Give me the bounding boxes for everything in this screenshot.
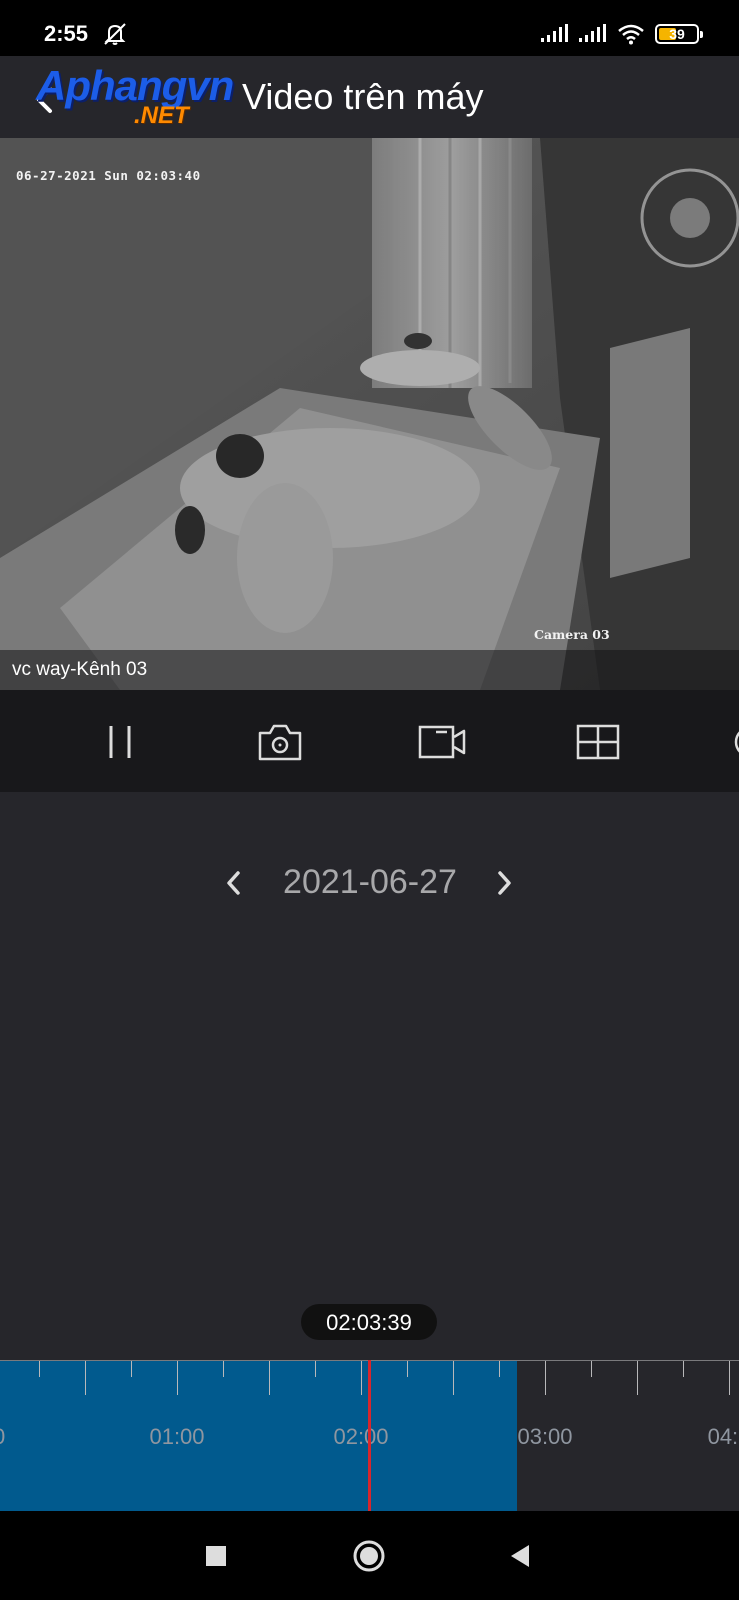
playback-toolbar — [0, 690, 739, 792]
recents-icon[interactable] — [199, 1539, 233, 1573]
signal-icon — [579, 24, 606, 42]
recorded-segment — [0, 1361, 517, 1511]
current-time: 02:03:39 — [326, 1310, 412, 1335]
video-player[interactable]: 06-27-2021 Sun 02:03:40 Camera 03 vc way… — [0, 138, 739, 690]
timeline-tick — [131, 1361, 132, 1377]
status-icons: 39 — [541, 22, 703, 46]
watermark-logo: Aphangvn .NET — [36, 62, 266, 129]
battery-level: 39 — [669, 26, 685, 42]
timeline-tick — [269, 1361, 270, 1395]
channel-bar: vc way-Kênh 03 — [0, 650, 739, 690]
timeline-hour-label: 02:00 — [333, 1424, 389, 1449]
logo-sub-text: .NET — [134, 102, 189, 129]
timeline-hour-label: 03:00 — [517, 1424, 573, 1449]
chevron-left-icon[interactable] — [220, 867, 248, 899]
playhead[interactable] — [368, 1360, 371, 1511]
signal-icon — [541, 24, 568, 42]
status-bar: 2:55 39 — [0, 0, 739, 56]
timeline-tick — [177, 1361, 178, 1395]
timeline-tick — [39, 1361, 40, 1377]
timeline-tick — [407, 1361, 408, 1377]
timeline-tick — [591, 1361, 592, 1377]
app-bar: Aphangvn .NET Video trên máy — [0, 56, 739, 138]
camera-icon[interactable] — [257, 722, 303, 762]
timeline-hour-label: 00 — [0, 1424, 5, 1450]
timeline-tick — [315, 1361, 316, 1377]
timeline-hour-label: 01:00 — [149, 1424, 205, 1449]
more-tool-icon[interactable] — [730, 722, 739, 762]
channel-name: vc way-Kênh 03 — [12, 659, 148, 680]
osd-camera-label: Camera 03 — [534, 627, 610, 642]
status-time: 2:55 — [44, 21, 89, 46]
timeline-tick — [637, 1361, 638, 1395]
osd-timestamp: 06-27-2021 Sun 02:03:40 — [16, 168, 201, 183]
current-time-badge: 02:03:39 — [301, 1304, 437, 1340]
timeline-tick — [453, 1361, 454, 1395]
pause-icon[interactable] — [98, 722, 144, 762]
wifi-icon — [618, 24, 644, 45]
back-icon[interactable] — [503, 1539, 537, 1573]
timeline-tick — [361, 1361, 362, 1395]
video-record-icon[interactable] — [418, 722, 466, 762]
timeline-tick — [223, 1361, 224, 1377]
timeline-tick — [545, 1361, 546, 1395]
timeline-tick — [729, 1361, 730, 1395]
battery-icon: 39 — [655, 24, 703, 44]
system-nav-bar — [0, 1511, 739, 1600]
mute-bell-icon — [102, 22, 128, 46]
home-icon[interactable] — [352, 1539, 386, 1573]
video-frame — [0, 138, 739, 690]
timeline-hour-label: 04:0 — [707, 1424, 739, 1449]
page-title: Video trên máy — [242, 76, 484, 117]
battery-tip — [700, 31, 703, 38]
grid-icon[interactable] — [575, 722, 621, 762]
timeline-tick — [85, 1361, 86, 1395]
date-navigator: 2021-06-27 — [0, 855, 739, 915]
selected-date[interactable]: 2021-06-27 — [270, 863, 470, 902]
timeline-tick — [499, 1361, 500, 1377]
timeline-scrubber[interactable]: 00 01:00 02:00 03:00 04:0 — [0, 1360, 739, 1511]
timeline-tick — [683, 1361, 684, 1377]
chevron-right-icon[interactable] — [490, 867, 518, 899]
